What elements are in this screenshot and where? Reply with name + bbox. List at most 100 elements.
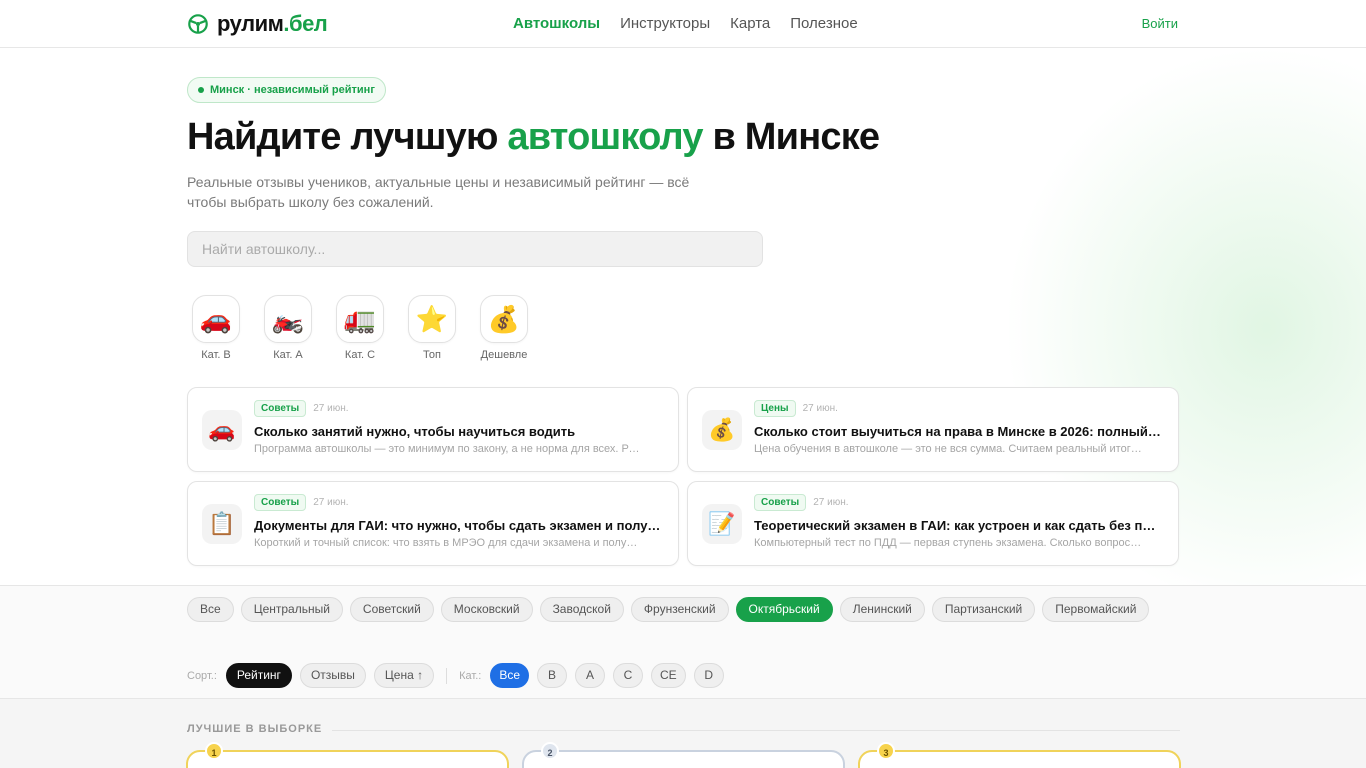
cat-filter-a[interactable]: A xyxy=(575,663,605,688)
location-badge: Минск · независимый рейтинг xyxy=(187,77,386,103)
article-tag: Советы xyxy=(254,400,307,417)
article-meta: Советы 27 июн. xyxy=(754,494,849,511)
category-label: Топ xyxy=(423,349,441,361)
clipboard-icon: 📋 xyxy=(202,504,242,544)
article-tag: Советы xyxy=(754,494,807,511)
filters-panel: Все Центральный Советский Московский Зав… xyxy=(0,585,1366,699)
school-card[interactable] xyxy=(858,750,1181,768)
search-input[interactable] xyxy=(187,231,763,267)
rank-badge: 2 xyxy=(541,742,559,760)
logo-text: рулим.бел xyxy=(217,11,328,36)
district-pill-oktyabrsky[interactable]: Октябрьский xyxy=(735,597,833,622)
badge-text: Минск · независимый рейтинг xyxy=(210,84,375,96)
article-title: Сколько занятий нужно, чтобы научиться в… xyxy=(254,424,576,439)
logo-main: рулим xyxy=(217,11,284,36)
star-icon: ⭐ xyxy=(408,295,456,343)
article-card[interactable]: 💰 Цены 27 июн. Сколько стоит выучиться н… xyxy=(687,387,1179,472)
rank-badge: 1 xyxy=(205,742,223,760)
logo[interactable]: рулим.бел xyxy=(187,11,328,36)
district-pill-all[interactable]: Все xyxy=(187,597,234,622)
article-meta: Цены 27 июн. xyxy=(754,400,838,417)
section-heading: ЛУЧШИЕ В ВЫБОРКЕ xyxy=(187,723,323,735)
district-filter: Все Центральный Советский Московский Зав… xyxy=(187,597,1187,622)
category-c-button[interactable]: 🚛 Кат. C xyxy=(336,295,384,361)
motorcycle-icon: 🏍️ xyxy=(264,295,312,343)
page-title: Найдите лучшую автошколу в Минске xyxy=(187,116,880,159)
steering-wheel-icon xyxy=(188,14,208,34)
district-pill-partizansky[interactable]: Партизанский xyxy=(931,597,1036,622)
best-section: ЛУЧШИЕ В ВЫБОРКЕ 1 2 3 xyxy=(0,699,1366,768)
category-label: Кат. C xyxy=(344,349,376,361)
top-button[interactable]: ⭐ Топ xyxy=(408,295,456,361)
district-pill-frunzensky[interactable]: Фрунзенский xyxy=(630,597,729,622)
article-date: 27 июн. xyxy=(813,497,849,508)
article-meta: Советы 27 июн. xyxy=(254,400,349,417)
article-date: 27 июн. xyxy=(313,497,349,508)
cat-filter-b[interactable]: B xyxy=(537,663,567,688)
divider xyxy=(446,667,448,684)
hero-subtitle: Реальные отзывы учеников, актуальные цен… xyxy=(187,174,690,210)
sort-rating-button[interactable]: Рейтинг xyxy=(225,663,292,688)
category-label: Кат. A xyxy=(273,349,303,361)
logo-accent: .бел xyxy=(283,11,328,36)
article-tag: Цены xyxy=(754,400,796,417)
car-icon: 🚗 xyxy=(202,410,242,450)
hero-section: Минск · независимый рейтинг Найдите лучш… xyxy=(0,48,1366,585)
district-pill-moskovsky[interactable]: Московский xyxy=(440,597,533,622)
rank-badge: 3 xyxy=(877,742,895,760)
sort-reviews-button[interactable]: Отзывы xyxy=(299,663,366,688)
cat-filter-c[interactable]: C xyxy=(613,663,643,688)
cat-filter-d[interactable]: D xyxy=(693,663,724,688)
category-a-button[interactable]: 🏍️ Кат. A xyxy=(264,295,312,361)
divider xyxy=(332,730,1180,731)
category-label: Дешевле xyxy=(480,349,528,361)
cat-filter-ce[interactable]: CE xyxy=(651,663,686,688)
title-highlight: автошколу xyxy=(507,116,703,158)
article-title: Теоретический экзамен в ГАИ: как устроен… xyxy=(754,518,1162,533)
nav-schools[interactable]: Автошколы xyxy=(513,15,600,32)
car-icon: 🚗 xyxy=(192,295,240,343)
nav-instructors[interactable]: Инструкторы xyxy=(620,15,710,32)
district-pill-leninsky[interactable]: Ленинский xyxy=(839,597,925,622)
article-date: 27 июн. xyxy=(802,403,838,414)
nav-map[interactable]: Карта xyxy=(730,15,770,32)
truck-icon: 🚛 xyxy=(336,295,384,343)
articles-grid: 🚗 Советы 27 июн. Сколько занятий нужно, … xyxy=(187,387,1179,566)
article-card[interactable]: 📝 Советы 27 июн. Теоретический экзамен в… xyxy=(687,481,1179,566)
article-title: Сколько стоит выучиться на права в Минск… xyxy=(754,424,1162,439)
sort-label: Сорт.: xyxy=(187,669,217,682)
category-shortcuts: 🚗 Кат. B 🏍️ Кат. A 🚛 Кат. C ⭐ Топ 💰 Деше… xyxy=(192,295,528,361)
district-pill-pervomaisky[interactable]: Первомайский xyxy=(1042,597,1150,622)
article-meta: Советы 27 июн. xyxy=(254,494,349,511)
article-title: Документы для ГАИ: что нужно, чтобы сдат… xyxy=(254,518,662,533)
title-before: Найдите лучшую xyxy=(187,116,508,158)
memo-icon: 📝 xyxy=(702,504,742,544)
category-filter-label: Кат.: xyxy=(459,669,482,682)
district-pill-central[interactable]: Центральный xyxy=(240,597,343,622)
article-description: Короткий и точный список: что взять в МР… xyxy=(254,537,642,549)
article-description: Программа автошколы — это минимум по зак… xyxy=(254,443,642,455)
money-bag-icon: 💰 xyxy=(702,410,742,450)
article-card[interactable]: 🚗 Советы 27 июн. Сколько занятий нужно, … xyxy=(187,387,679,472)
category-label: Кат. B xyxy=(201,349,231,361)
cat-filter-all[interactable]: Все xyxy=(490,663,529,688)
category-b-button[interactable]: 🚗 Кат. B xyxy=(192,295,240,361)
district-pill-sovetsky[interactable]: Советский xyxy=(349,597,434,622)
article-date: 27 июн. xyxy=(313,403,349,414)
site-header: рулим.бел Автошколы Инструкторы Карта По… xyxy=(0,0,1366,48)
nav-useful[interactable]: Полезное xyxy=(790,15,857,32)
school-card[interactable] xyxy=(522,750,845,768)
title-after: в Минске xyxy=(702,116,880,158)
cheaper-button[interactable]: 💰 Дешевле xyxy=(480,295,528,361)
article-description: Цена обучения в автошколе — это не вся с… xyxy=(754,443,1142,455)
login-link[interactable]: Войти xyxy=(1142,16,1178,31)
article-description: Компьютерный тест по ПДД — первая ступен… xyxy=(754,537,1142,549)
sort-price-button[interactable]: Цена ↑ xyxy=(373,663,435,688)
district-pill-zavodskoy[interactable]: Заводской xyxy=(539,597,624,622)
article-card[interactable]: 📋 Советы 27 июн. Документы для ГАИ: что … xyxy=(187,481,679,566)
badge-dot-icon xyxy=(198,87,204,93)
school-card[interactable] xyxy=(186,750,509,768)
money-bag-icon: 💰 xyxy=(480,295,528,343)
article-tag: Советы xyxy=(254,494,307,511)
main-nav: Автошколы Инструкторы Карта Полезное xyxy=(513,15,858,32)
